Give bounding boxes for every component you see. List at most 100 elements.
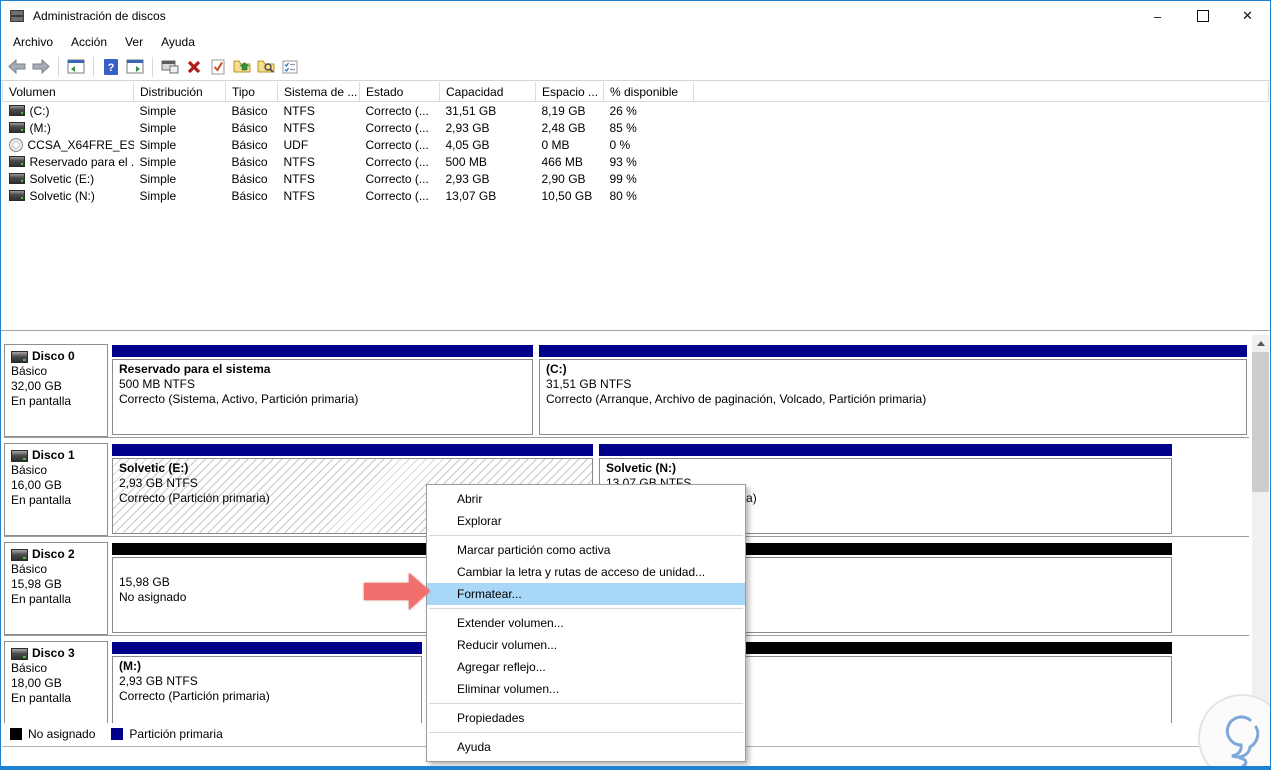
- toolbar: ?: [1, 53, 1270, 81]
- column-header[interactable]: Espacio ...: [535, 82, 604, 102]
- context-menu-item-abrir[interactable]: Abrir: [427, 488, 745, 510]
- menu-archivo[interactable]: Archivo: [4, 32, 62, 52]
- back-icon[interactable]: [6, 56, 28, 78]
- disk-kind: Básico: [11, 661, 48, 675]
- legend-swatch: [111, 728, 124, 740]
- column-header[interactable]: % disponible: [603, 82, 694, 102]
- action-pane-icon[interactable]: [124, 56, 146, 78]
- partition-line: 31,51 GB NTFS: [546, 377, 632, 391]
- context-menu-item-extender-volumen[interactable]: Extender volumen...: [427, 612, 745, 634]
- table-cell: 10,50 GB: [541, 188, 593, 203]
- table-cell: UDF: [283, 137, 309, 152]
- table-cell: 0 MB: [541, 137, 570, 152]
- column-header[interactable]: Sistema de ...: [277, 82, 360, 102]
- disk-row: Disco 0 Básico 32,00 GB En pantalla Reservad…: [4, 344, 1249, 438]
- volume-name: (M:): [29, 120, 51, 135]
- table-row[interactable]: Solvetic (N:) Simple Básico NTFS Correcto (.…: [3, 187, 1269, 204]
- partition-line: Correcto (Sistema, Activo, Partición pri…: [119, 392, 359, 406]
- partition-body[interactable]: Reservado para el sistema 500 MB NTFS Corr…: [112, 359, 533, 435]
- menu-ver[interactable]: Ver: [116, 32, 152, 52]
- forward-icon[interactable]: [30, 56, 52, 78]
- menu-bar: Archivo Acción Ver Ayuda: [1, 31, 1270, 53]
- disk-name: Disco 2: [11, 547, 101, 562]
- table-row[interactable]: Reservado para el ... Simple Básico NTFS Cor…: [3, 153, 1269, 170]
- close-button[interactable]: ✕: [1225, 1, 1270, 31]
- table-row[interactable]: (M:) Simple Básico NTFS Correcto (... 2,93 GB…: [3, 119, 1269, 136]
- table-cell: Correcto (...: [365, 171, 429, 186]
- volume-name-cell: Solvetic (E:): [8, 172, 134, 186]
- drive-icon: [8, 122, 25, 133]
- maximize-button[interactable]: [1180, 1, 1225, 31]
- folder-search-icon[interactable]: [255, 56, 277, 78]
- table-cell: Solvetic (N:): [3, 187, 134, 204]
- menu-separator: [429, 703, 743, 704]
- partition-line: 500 MB NTFS: [119, 377, 196, 391]
- table-cell: Básico: [231, 120, 268, 135]
- context-menu-item-eliminar-volumen[interactable]: Eliminar volumen...: [427, 678, 745, 700]
- context-menu-item-explorar[interactable]: Explorar: [427, 510, 745, 532]
- partition-body[interactable]: (M:) 2,93 GB NTFS Correcto (Partición prim…: [112, 656, 422, 723]
- table-row[interactable]: Solvetic (E:) Simple Básico NTFS Correcto (.…: [3, 170, 1269, 187]
- context-menu: Abrir Explorar Marcar partición como activ…: [426, 484, 746, 762]
- disk-strip: Reservado para el sistema 500 MB NTFS Corr…: [110, 344, 1249, 437]
- scrollbar-thumb[interactable]: [1252, 352, 1269, 492]
- scroll-up-arrow-icon[interactable]: [1252, 335, 1269, 352]
- vertical-scrollbar[interactable]: [1252, 335, 1269, 723]
- disk-size: 18,00 GB: [11, 676, 62, 690]
- table-cell: 4,05 GB: [445, 137, 490, 152]
- pane-splitter[interactable]: [1, 330, 1270, 334]
- partition[interactable]: (M:) 2,93 GB NTFS Correcto (Partición prim…: [112, 642, 422, 723]
- table-row[interactable]: CCSA_X64FRE_ES-... Simple Básico UDF Correct…: [3, 136, 1269, 153]
- context-menu-item-reducir-volumen[interactable]: Reducir volumen...: [427, 634, 745, 656]
- column-header[interactable]: Capacidad: [439, 82, 536, 102]
- drive-icon: [8, 190, 25, 201]
- disk-label[interactable]: Disco 0 Básico 32,00 GB En pantalla: [4, 344, 108, 437]
- context-menu-item-agregar-reflejo[interactable]: Agregar reflejo...: [427, 656, 745, 678]
- app-icon: [10, 10, 26, 22]
- menu-accion[interactable]: Acción: [62, 32, 116, 52]
- menu-ayuda[interactable]: Ayuda: [152, 32, 204, 52]
- validate-icon[interactable]: [207, 56, 229, 78]
- disk-size: 16,00 GB: [11, 478, 62, 492]
- disk-label[interactable]: Disco 2 Básico 15,98 GB En pantalla: [4, 542, 108, 635]
- context-menu-item-cambiar-la-letra-y-rutas-de-acceso-de-unidad[interactable]: Cambiar la letra y rutas de acceso de un…: [427, 561, 745, 583]
- partition-line: (M:): [119, 659, 141, 673]
- context-menu-item-propiedades[interactable]: Propiedades: [427, 707, 745, 729]
- checklist-icon[interactable]: [279, 56, 301, 78]
- disk-label[interactable]: Disco 1 Básico 16,00 GB En pantalla: [4, 443, 108, 536]
- context-menu-item-ayuda[interactable]: Ayuda: [427, 736, 745, 758]
- disk-name: Disco 3: [11, 646, 101, 661]
- table-cell: Correcto (...: [365, 154, 429, 169]
- column-header[interactable]: Distribución: [133, 82, 226, 102]
- volume-name-cell: CCSA_X64FRE_ES-...: [8, 137, 134, 152]
- column-header[interactable]: Tipo: [225, 82, 278, 102]
- delete-icon[interactable]: [183, 56, 205, 78]
- table-cell: 93 %: [609, 154, 637, 169]
- disk-status: En pantalla: [11, 493, 72, 507]
- table-cell: Básico: [231, 103, 268, 118]
- partition-body[interactable]: (C:) 31,51 GB NTFS Correcto (Arranque, Arc…: [539, 359, 1247, 435]
- partition[interactable]: (C:) 31,51 GB NTFS Correcto (Arranque, Arc…: [539, 345, 1247, 435]
- table-cell: 2,93 GB: [445, 120, 490, 135]
- table-row[interactable]: (C:) Simple Básico NTFS Correcto (... 31,51 G…: [3, 102, 1269, 120]
- context-menu-item-marcar-particio-n-como-activa[interactable]: Marcar partición como activa: [427, 539, 745, 561]
- folder-up-icon[interactable]: [231, 56, 253, 78]
- column-header[interactable]: Volumen: [2, 82, 134, 102]
- table-cell: Básico: [231, 188, 268, 203]
- context-menu-item-formatear[interactable]: Formatear...: [427, 583, 745, 605]
- drive-icon: [8, 173, 25, 184]
- table-cell: NTFS: [283, 120, 315, 135]
- minimize-button[interactable]: –: [1135, 1, 1180, 31]
- partition-type-bar: [112, 642, 422, 654]
- volume-name-cell: Reservado para el ...: [8, 154, 134, 169]
- legend-item: No asignado: [10, 727, 95, 741]
- console-tree-icon[interactable]: [65, 56, 87, 78]
- table-cell: Correcto (...: [365, 137, 429, 152]
- disk-label[interactable]: Disco 3 Básico 18,00 GB En pantalla: [4, 641, 108, 723]
- column-header[interactable]: Estado: [359, 82, 440, 102]
- volume-name: Reservado para el ...: [29, 154, 134, 169]
- help-icon[interactable]: ?: [100, 56, 122, 78]
- popup-menu-icon[interactable]: [159, 56, 181, 78]
- table-cell: Simple: [139, 188, 177, 203]
- partition[interactable]: Reservado para el sistema 500 MB NTFS Corr…: [112, 345, 533, 435]
